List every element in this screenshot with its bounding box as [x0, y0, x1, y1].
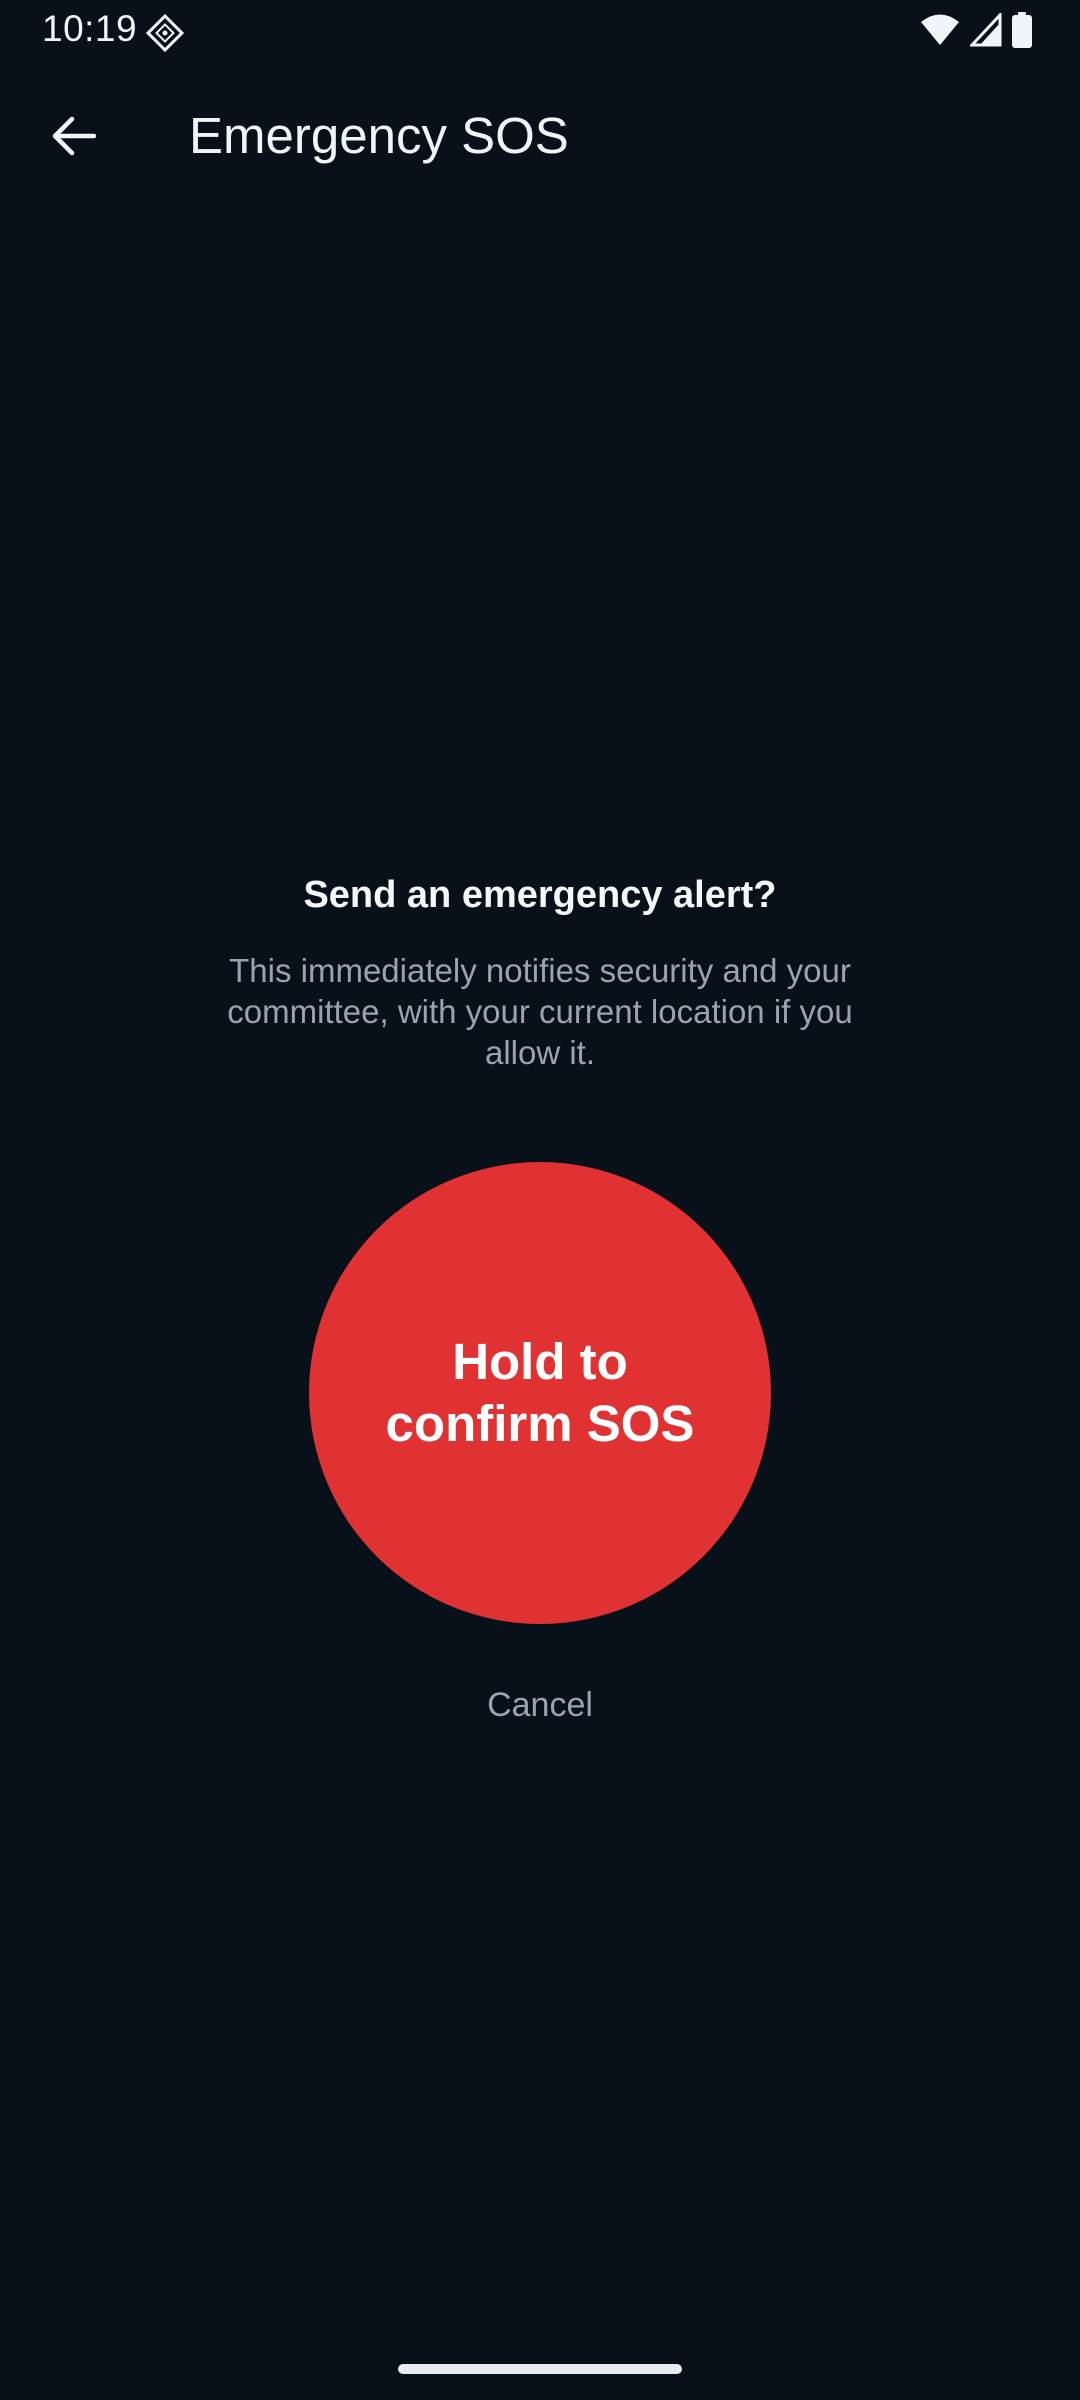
wifi-icon: [920, 13, 960, 47]
cancel-button[interactable]: Cancel: [440, 1686, 640, 1736]
top-app-bar: Emergency SOS: [0, 80, 1080, 196]
cell-signal-icon: [970, 13, 1002, 47]
hold-to-confirm-sos-button[interactable]: Hold to confirm SOS: [309, 1162, 771, 1624]
status-icons: [920, 12, 1032, 48]
dialog-description: This immediately notifies security and y…: [227, 952, 853, 1071]
battery-icon: [1012, 12, 1032, 48]
dialog-heading: Send an emergency alert?: [303, 874, 777, 916]
gesture-nav-handle[interactable]: [398, 2364, 682, 2374]
emergency-sos-screen: 10:19 Emergency SOS Send an emergency al…: [0, 0, 1080, 2400]
arrow-back-icon: [50, 116, 97, 161]
back-button[interactable]: [30, 100, 116, 176]
sos-button-label: Hold to confirm SOS: [385, 1333, 695, 1452]
app-notification-icon: [145, 13, 185, 53]
status-time: 10:19: [42, 8, 138, 49]
status-bar: 10:19: [0, 0, 1080, 64]
page-title: Emergency SOS: [189, 107, 569, 164]
